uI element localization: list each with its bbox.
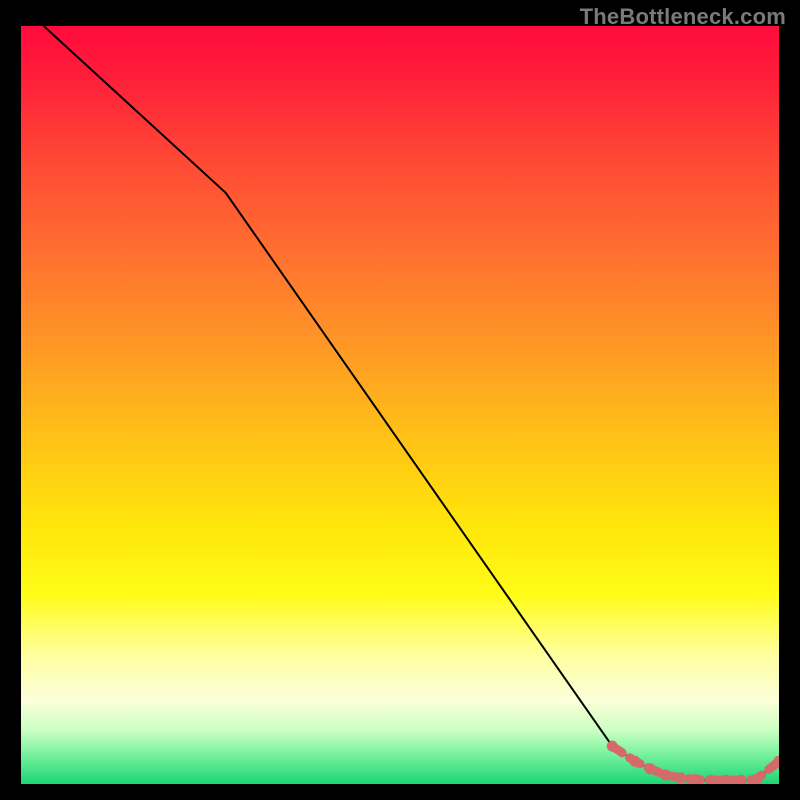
plot-svg — [21, 26, 779, 784]
plot-area — [21, 26, 779, 784]
data-point — [675, 772, 686, 783]
data-point — [630, 756, 641, 767]
data-point — [607, 741, 618, 752]
data-point — [660, 769, 671, 780]
data-point — [645, 763, 656, 774]
watermark-text: TheBottleneck.com — [580, 4, 786, 30]
gradient-background — [21, 26, 779, 784]
chart-frame: TheBottleneck.com — [0, 0, 800, 800]
